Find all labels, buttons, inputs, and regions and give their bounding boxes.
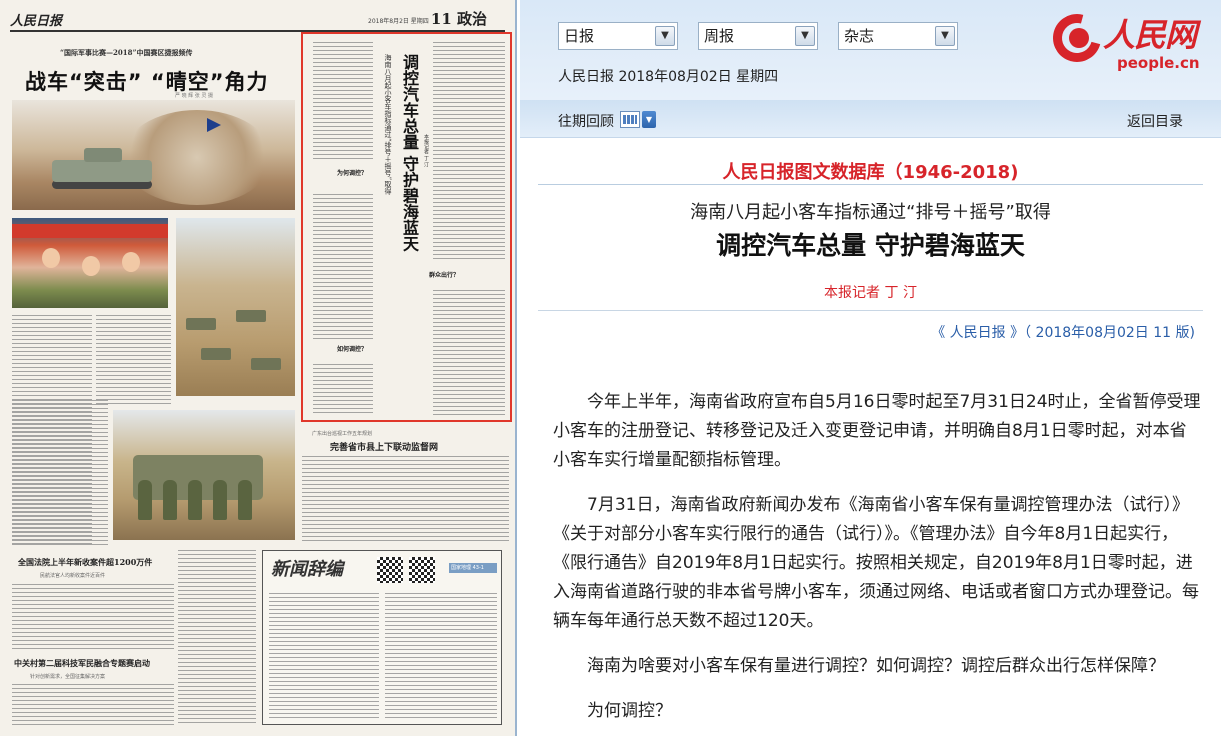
logo-text-cn: 人民网 — [1103, 16, 1197, 54]
article-paragraph: 今年上半年，海南省政府宣布自5月16日零时起至7月31日24时止，全省暂停受理小… — [553, 392, 1201, 470]
article-paragraph: 7月31日，海南省政府新闻办发布《海南省小客车保有量调控管理办法（试行）》《关于… — [553, 495, 1199, 631]
top-bar: 日报 ▼ 周报 ▼ 杂志 ▼ 人民日报 2018年08月02日 星期四 人民网 … — [520, 0, 1221, 100]
military-kicker: “国际军事比赛—2018”中国赛区捷报频传 — [60, 48, 193, 57]
newspaper-page-image[interactable]: 人民日报 2018年8月2日 星期四 11 政治 “国际军事比赛—2018”中国… — [0, 0, 517, 736]
article-source: 《 人民日报 》（ 2018年08月02日 11 版) — [931, 325, 1195, 341]
article-body: 今年上半年，海南省政府宣布自5月16日零时起至7月31日24时止，全省暂停受理小… — [553, 388, 1203, 736]
crowd-photo — [12, 218, 168, 308]
chevron-down-icon[interactable]: ▼ — [795, 26, 815, 46]
soldiers-photo — [113, 410, 295, 540]
calendar-icon[interactable] — [620, 111, 640, 128]
divider — [538, 184, 1203, 185]
desert-tanks-photo — [176, 218, 295, 396]
photo-credit: 严 晓 辉 张 灵 摄 — [175, 93, 213, 99]
article-vertical-title: 调控汽车总量 守护碧海蓝天 — [400, 54, 419, 252]
guangdong-headline: 完善省市县上下联动监督网 — [330, 443, 439, 453]
select-daily[interactable]: 日报 ▼ — [558, 22, 678, 50]
text-column — [12, 400, 108, 545]
article-byline: 本报记者 丁 汀 — [824, 285, 917, 301]
highlighted-article-frame[interactable]: 为何调控？ 如何调控？ 调控汽车总量 守护碧海蓝天 海南八月起小客车指标通过“排… — [301, 32, 512, 422]
court-subhead: 民航法官人均新收案件近百件 — [40, 573, 106, 579]
article-subtitle: 海南八月起小客车指标通过“排号＋摇号”取得 — [690, 202, 1051, 223]
past-issues-label: 往期回顾 — [558, 114, 614, 130]
zgc-headline: 中关村第二届科技军民融合专题赛启动 — [14, 658, 150, 668]
select-weekly[interactable]: 周报 ▼ — [698, 22, 818, 50]
text-column — [12, 684, 174, 728]
court-headline: 全国法院上半年新收案件超1200万件 — [18, 557, 153, 567]
logo-text-en: people.cn — [1117, 54, 1200, 72]
advert-title: 新闻辞编 — [271, 559, 343, 580]
qr-code-icon — [377, 557, 403, 583]
chevron-down-icon[interactable]: ▼ — [655, 26, 675, 46]
chevron-down-icon[interactable]: ▼ — [935, 26, 955, 46]
newspaper-date: 2018年8月2日 星期四 — [368, 18, 429, 25]
back-to-contents-link[interactable]: 返回目录 — [1127, 111, 1183, 131]
select-magazine[interactable]: 杂志 ▼ — [838, 22, 958, 50]
text-column — [12, 584, 174, 652]
people-cn-logo[interactable]: 人民网 people.cn — [1044, 5, 1215, 80]
guangdong-kicker: 广东出台巡视工作五年规划 — [312, 431, 373, 437]
article-web-page: 日报 ▼ 周报 ▼ 杂志 ▼ 人民日报 2018年08月02日 星期四 人民网 … — [520, 0, 1221, 736]
advert-box: 新闻辞编 国家地理 43-1 — [262, 550, 502, 725]
newspaper-logo: 人民日报 — [10, 14, 63, 29]
qr-code-icon — [409, 557, 435, 583]
text-column — [178, 550, 256, 725]
text-column — [96, 315, 171, 405]
text-column — [302, 456, 509, 544]
tank-photo — [12, 100, 295, 210]
calendar-dropdown-icon[interactable]: ▼ — [642, 111, 656, 128]
zgc-subhead: 针对创新需求，全国征集解决方案 — [30, 674, 106, 680]
article-title: 调控汽车总量 守护碧海蓝天 — [716, 231, 1025, 260]
edition-date: 人民日报 2018年08月02日 星期四 — [558, 69, 779, 85]
military-headline: 战车“突击” “晴空”角力 — [25, 70, 269, 94]
nav-bar: 往期回顾 ▼ 返回目录 — [520, 100, 1221, 138]
article-section-heading: 为何调控？ — [587, 701, 672, 721]
divider — [538, 310, 1203, 311]
database-title: 人民日报图文数据库（1946-2018) — [722, 162, 1019, 183]
newspaper-header: 人民日报 2018年8月2日 星期四 11 政治 — [10, 8, 505, 32]
newspaper-page-label: 11 政治 — [430, 10, 487, 28]
article-vertical-subtitle: 海南八月起小客车指标通过“排号＋摇号”取得 — [384, 54, 392, 195]
article-vertical-byline: 本报记者 丁 汀 — [423, 134, 429, 168]
article-paragraph: 海南为啥要对小客车保有量进行调控？如何调控？调控后群众出行怎样保障？ — [587, 656, 1165, 676]
